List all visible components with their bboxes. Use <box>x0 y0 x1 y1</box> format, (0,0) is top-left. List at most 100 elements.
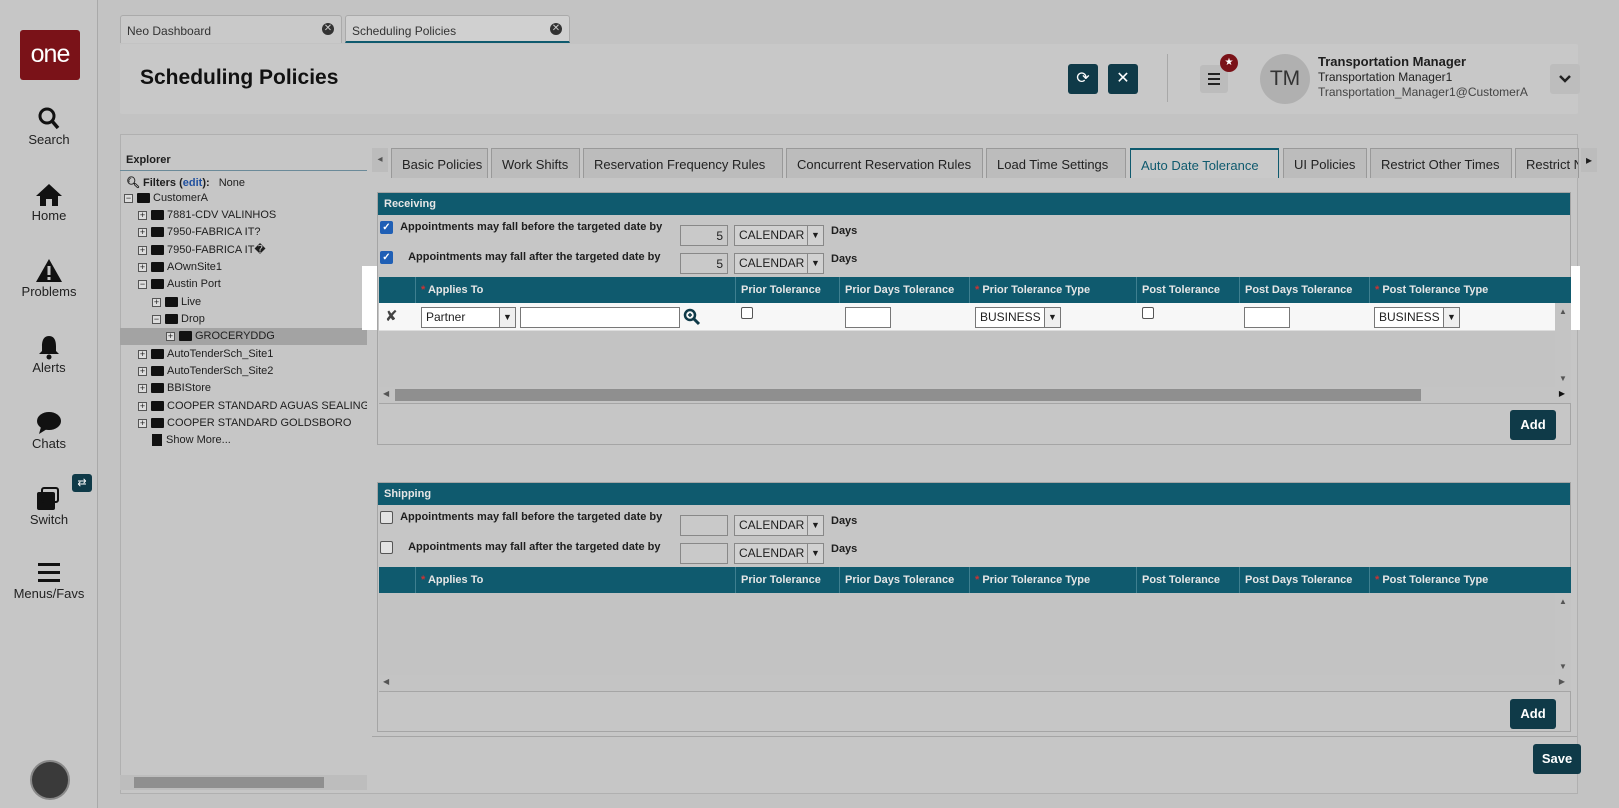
receiving-after-value[interactable]: 5 <box>680 253 728 274</box>
switch-arrows-icon[interactable]: ⇄ <box>72 474 92 492</box>
tree-node[interactable]: − Austin Port <box>138 276 221 293</box>
expand-icon[interactable]: + <box>152 297 161 307</box>
expand-icon[interactable]: + <box>138 401 147 411</box>
nav-switch[interactable]: Switch <box>0 486 98 527</box>
col-post-tolerance-type[interactable]: * Post Tolerance Type <box>1369 277 1571 303</box>
tree-node[interactable]: + COOPER STANDARD AGUAS SEALING (3 <box>138 398 367 415</box>
collapse-icon[interactable]: − <box>152 314 161 324</box>
save-button[interactable]: Save <box>1533 744 1581 774</box>
delete-row-icon[interactable]: ✘ <box>385 307 398 325</box>
tree-node[interactable]: + Live <box>152 294 201 311</box>
prior-tolerance-type-select[interactable]: BUSINESS ▼ <box>975 307 1061 328</box>
col-prior-days-tolerance[interactable]: Prior Days Tolerance <box>839 567 969 593</box>
assistant-avatar-icon[interactable] <box>30 760 70 800</box>
tab-reservation-frequency-rules[interactable]: Reservation Frequency Rules <box>583 148 783 178</box>
tree-node[interactable]: + AutoTenderSch_Site1 <box>138 346 273 363</box>
tab-concurrent-reservation-rules[interactable]: Concurrent Reservation Rules <box>786 148 983 178</box>
close-icon[interactable]: ✕ <box>550 23 562 35</box>
collapse-icon[interactable]: − <box>138 279 147 289</box>
col-prior-tolerance[interactable]: Prior Tolerance <box>735 567 839 593</box>
nav-problems[interactable]: Problems <box>0 258 98 299</box>
scroll-left-arrow-icon[interactable]: ◀ <box>383 389 389 398</box>
shipping-add-button[interactable]: Add <box>1510 699 1556 729</box>
col-prior-tolerance-type[interactable]: * Prior Tolerance Type <box>969 567 1136 593</box>
tabs-scroll-left-button[interactable]: ◂ <box>372 148 388 172</box>
post-tolerance-checkbox[interactable] <box>1142 307 1154 319</box>
expand-icon[interactable]: + <box>138 383 147 393</box>
tree-node-selected[interactable]: + GROCERYDDG <box>120 328 367 345</box>
tab-ui-policies[interactable]: UI Policies <box>1283 148 1367 178</box>
avatar[interactable]: TM <box>1260 54 1310 104</box>
scroll-right-arrow-icon[interactable]: ▶ <box>1559 677 1565 686</box>
tree-node[interactable]: +7950-FABRICA IT? <box>138 224 261 241</box>
tabs-scroll-right-button[interactable]: ▸ <box>1581 148 1597 172</box>
col-prior-tolerance-type[interactable]: * Prior Tolerance Type <box>969 277 1136 303</box>
tab-neo-dashboard[interactable]: Neo Dashboard ✕ <box>120 15 342 43</box>
tree-node[interactable]: +7881-CDV VALINHOS <box>138 207 276 224</box>
shipping-after-unit-select[interactable]: CALENDAR ▼ <box>734 543 824 564</box>
col-applies-to[interactable]: * Applies To <box>415 567 735 593</box>
tree-node[interactable]: + AOwnSite1 <box>138 259 222 276</box>
receiving-before-value[interactable]: 5 <box>680 225 728 246</box>
explorer-scrollbar[interactable] <box>120 775 367 790</box>
applies-to-input[interactable] <box>520 307 680 328</box>
shipping-before-value[interactable] <box>680 515 728 536</box>
nav-menus-favs[interactable]: Menus/Favs <box>0 560 98 601</box>
tree-node[interactable]: + BBIStore <box>138 380 211 397</box>
expand-icon[interactable]: + <box>138 366 147 376</box>
prior-tolerance-checkbox[interactable] <box>741 307 753 319</box>
nav-alerts[interactable]: Alerts <box>0 334 98 375</box>
tab-scheduling-policies[interactable]: Scheduling Policies ✕ <box>345 15 570 43</box>
scroll-thumb[interactable] <box>134 777 324 788</box>
col-prior-days-tolerance[interactable]: Prior Days Tolerance <box>839 277 969 303</box>
filters-edit-link[interactable]: edit <box>183 177 203 189</box>
tree-node[interactable]: + COOPER STANDARD GOLDSBORO <box>138 415 351 432</box>
nav-chats[interactable]: Chats <box>0 410 98 451</box>
tab-work-shifts[interactable]: Work Shifts <box>491 148 580 178</box>
grid-horizontal-scrollbar[interactable]: ◀ ▶ <box>379 675 1571 691</box>
col-post-days-tolerance[interactable]: Post Days Tolerance <box>1239 277 1369 303</box>
nav-home[interactable]: Home <box>0 182 98 223</box>
tab-auto-date-tolerance[interactable]: Auto Date Tolerance <box>1130 148 1279 178</box>
col-post-days-tolerance[interactable]: Post Days Tolerance <box>1239 567 1369 593</box>
collapse-icon[interactable]: − <box>124 193 133 203</box>
scroll-right-arrow-icon[interactable]: ▶ <box>1559 389 1565 398</box>
expand-icon[interactable]: + <box>166 331 175 341</box>
scroll-left-arrow-icon[interactable]: ◀ <box>383 677 389 686</box>
tab-basic-policies[interactable]: Basic Policies <box>391 148 488 178</box>
prior-days-input[interactable] <box>845 307 891 328</box>
shipping-before-unit-select[interactable]: CALENDAR ▼ <box>734 515 824 536</box>
search-icon[interactable] <box>683 308 701 326</box>
tree-node[interactable]: − CustomerA <box>124 190 208 207</box>
expand-icon[interactable]: + <box>138 262 147 272</box>
post-tolerance-type-select[interactable]: BUSINESS ▼ <box>1374 307 1460 328</box>
applies-to-select[interactable]: Partner ▼ <box>421 307 516 328</box>
grid-vertical-scrollbar[interactable]: ▲ ▼ <box>1555 593 1571 675</box>
receiving-after-checkbox[interactable]: ✓ <box>380 251 393 264</box>
shipping-before-checkbox[interactable] <box>380 511 393 524</box>
nav-search[interactable]: Search <box>0 106 98 147</box>
scroll-thumb[interactable] <box>395 389 1421 401</box>
expand-icon[interactable]: + <box>138 418 147 428</box>
refresh-button[interactable]: ⟳ <box>1068 64 1098 94</box>
expand-icon[interactable]: + <box>138 349 147 359</box>
receiving-add-button[interactable]: Add <box>1510 410 1556 440</box>
receiving-after-unit-select[interactable]: CALENDAR ▼ <box>734 253 824 274</box>
shipping-after-checkbox[interactable] <box>380 541 393 554</box>
col-post-tolerance[interactable]: Post Tolerance <box>1136 277 1239 303</box>
tab-load-time-settings[interactable]: Load Time Settings <box>986 148 1126 178</box>
close-page-button[interactable]: ✕ <box>1108 64 1138 94</box>
expand-icon[interactable]: + <box>138 227 147 237</box>
show-more-link[interactable]: Show More... <box>152 432 231 449</box>
tree-node[interactable]: − Drop <box>152 311 205 328</box>
user-menu-expand-button[interactable] <box>1550 64 1580 94</box>
tree-node[interactable]: +7950-FABRICA IT� <box>138 242 266 259</box>
col-prior-tolerance[interactable]: Prior Tolerance <box>735 277 839 303</box>
expand-icon[interactable]: + <box>138 210 147 220</box>
app-logo[interactable]: one <box>20 30 80 80</box>
col-post-tolerance-type[interactable]: * Post Tolerance Type <box>1369 567 1571 593</box>
tab-restrict-other-times[interactable]: Restrict Other Times <box>1370 148 1512 178</box>
grid-horizontal-scrollbar[interactable]: ◀ ▶ <box>379 387 1571 403</box>
close-icon[interactable]: ✕ <box>322 23 334 35</box>
tab-restrict-n[interactable]: Restrict N <box>1515 148 1579 178</box>
